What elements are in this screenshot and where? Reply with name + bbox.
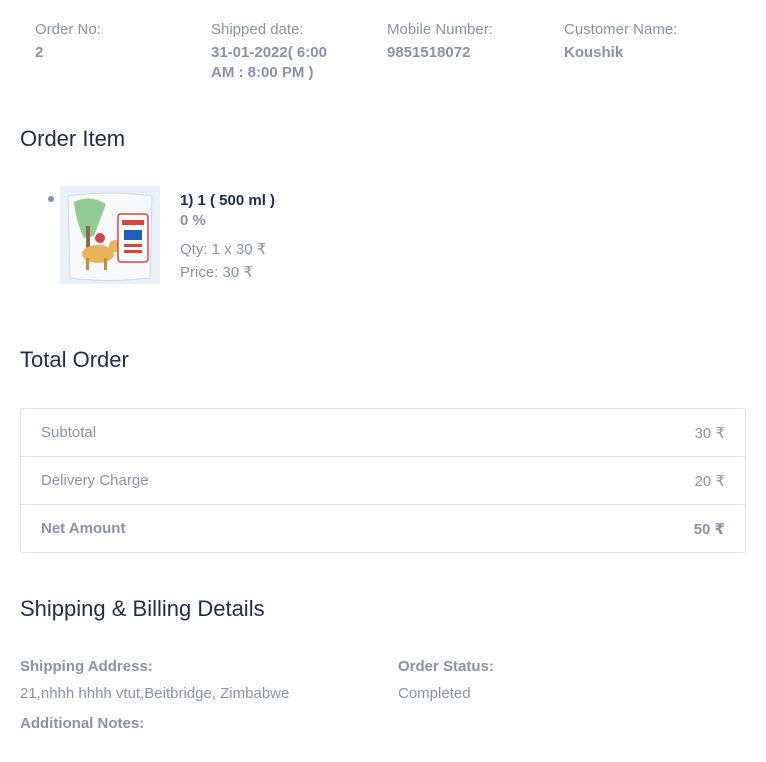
mobile-number-label: Mobile Number:: [387, 21, 493, 38]
delivery-charge-row: Delivery Charge 20 ₹: [21, 457, 745, 505]
order-number-value: 2: [35, 44, 44, 61]
shipping-billing-heading: Shipping & Billing Details: [20, 596, 265, 621]
customer-name-label: Customer Name:: [564, 21, 678, 38]
list-item: 1) 1 ( 500 ml ) 0 % Qty: 1 x 30 ₹ Price:…: [45, 186, 445, 286]
shipping-address-label: Shipping Address:: [20, 658, 153, 675]
net-amount-row: Net Amount 50 ₹: [21, 505, 745, 552]
milk-pouch-image: [60, 186, 160, 284]
delivery-charge-label: Delivery Charge: [41, 472, 149, 489]
net-amount-value: 50 ₹: [693, 521, 725, 538]
mobile-number-block: Mobile Number: 9851518072: [387, 20, 547, 63]
shipping-address-value: 21,nhhh hhhh vtut,Beitbridge, Zimbabwe: [20, 685, 290, 702]
subtotal-value: 30 ₹: [694, 425, 725, 442]
customer-name-value: Koushik: [564, 44, 624, 61]
totals-table: Subtotal 30 ₹ Delivery Charge 20 ₹ Net A…: [20, 408, 746, 553]
shipping-details: Shipping Address: 21,nhhh hhhh vtut,Beit…: [20, 658, 744, 748]
order-item-heading: Order Item: [20, 126, 126, 151]
total-order-heading: Total Order: [20, 347, 129, 372]
delivery-charge-value: 20 ₹: [694, 473, 725, 490]
order-number-block: Order No: 2: [35, 20, 195, 63]
milk-pouch-illustration: [60, 186, 160, 284]
order-info-row: Order No: 2 Shipped date: 31-01-2022( 6:…: [35, 20, 755, 90]
item-name: 1) 1 ( 500 ml ): [180, 192, 276, 209]
shipped-date-label: Shipped date:: [211, 21, 304, 38]
order-status-value: Completed: [398, 685, 471, 702]
order-status-label: Order Status:: [398, 658, 494, 675]
shipped-date-value-line1: 31-01-2022( 6:00: [211, 44, 327, 61]
additional-notes-label: Additional Notes:: [20, 715, 145, 732]
bullet-icon: [48, 196, 54, 202]
shipped-date-block: Shipped date: 31-01-2022( 6:00 AM : 8:00…: [211, 20, 351, 83]
net-amount-label: Net Amount: [41, 520, 126, 537]
mobile-number-value: 9851518072: [387, 44, 471, 61]
item-price: Price: 30 ₹: [180, 264, 253, 281]
subtotal-row: Subtotal 30 ₹: [21, 409, 745, 457]
customer-name-block: Customer Name: Koushik: [564, 20, 724, 63]
subtotal-label: Subtotal: [41, 424, 97, 441]
shipped-date-value-line2: AM : 8:00 PM ): [211, 64, 314, 81]
order-number-label: Order No:: [35, 21, 101, 38]
item-quantity: Qty: 1 x 30 ₹: [180, 241, 267, 258]
item-discount: 0 %: [180, 212, 206, 229]
